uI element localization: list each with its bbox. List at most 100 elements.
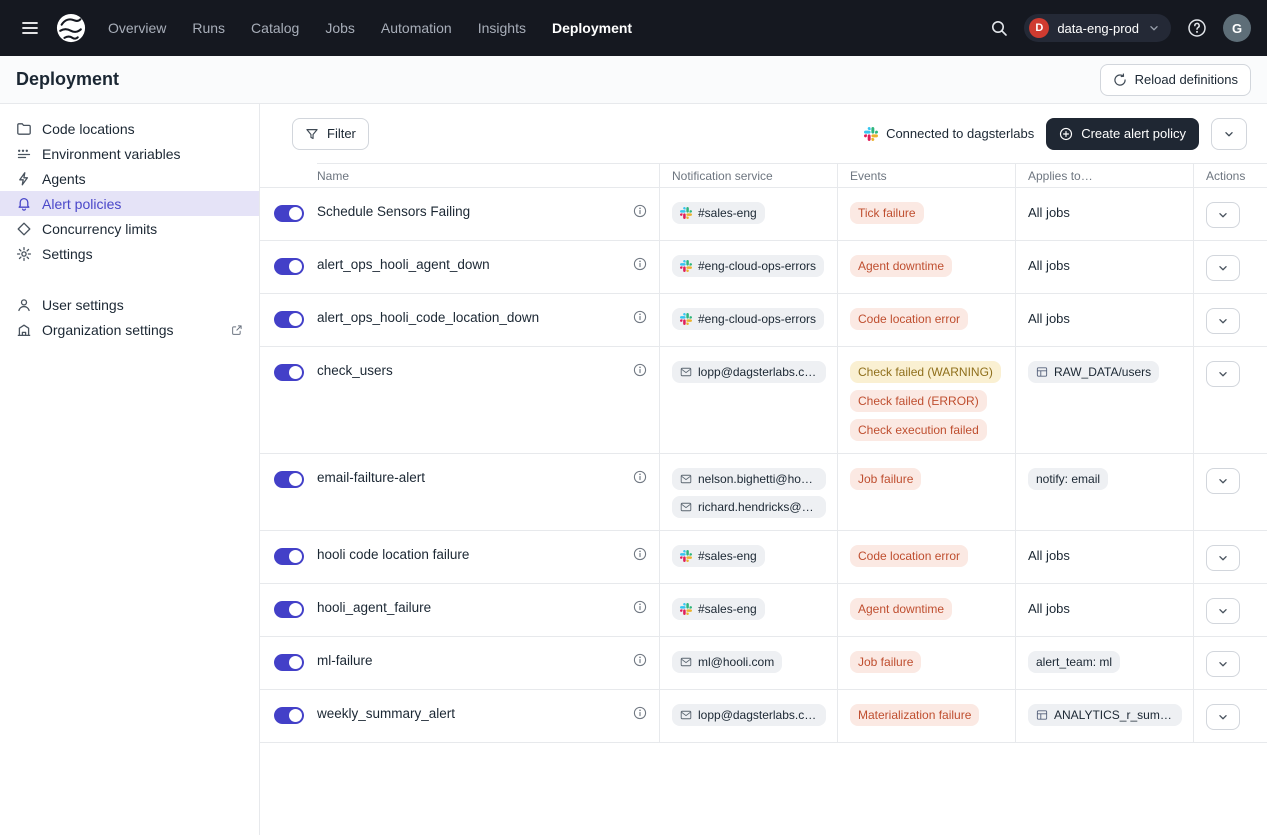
policy-enabled-toggle[interactable] [274,471,304,488]
toggle-knob [289,207,302,220]
info-icon[interactable] [633,310,647,324]
nav-item-overview[interactable]: Overview [108,20,166,36]
primary-nav: Overview Runs Catalog Jobs Automation Insight… [108,20,632,36]
info-icon[interactable] [633,470,647,484]
row-actions-button[interactable] [1206,545,1240,571]
info-icon[interactable] [633,257,647,271]
applies-to-text: All jobs [1028,205,1070,220]
top-navigation-bar: Overview Runs Catalog Jobs Automation Insight… [0,0,1267,56]
sidebar-item-user-settings[interactable]: User settings [0,292,259,317]
filter-icon [305,127,319,141]
info-icon[interactable] [633,547,647,561]
info-icon[interactable] [633,653,647,667]
sidebar-item-label: Settings [42,246,93,262]
filter-button[interactable]: Filter [292,118,369,150]
toggle-cell [260,584,317,637]
events-cell: Materialization failure [837,690,1015,743]
sidebar-item-label: User settings [42,297,124,313]
policy-enabled-toggle[interactable] [274,311,304,328]
email-icon [680,501,692,513]
toggle-cell [260,294,317,347]
table-row: check_users lopp@dagsterlabs.com Check f… [260,347,1267,454]
info-icon[interactable] [633,600,647,614]
row-actions-button[interactable] [1206,704,1240,730]
nav-item-catalog[interactable]: Catalog [251,20,299,36]
user-avatar[interactable]: G [1223,14,1251,42]
connected-label: Connected to dagsterlabs [886,126,1034,141]
toggle-knob [289,473,302,486]
policy-enabled-toggle[interactable] [274,601,304,618]
row-actions-button[interactable] [1206,308,1240,334]
row-actions-button[interactable] [1206,468,1240,494]
connected-status: Connected to dagsterlabs [864,126,1034,141]
toggle-cell [260,188,317,241]
nav-item-insights[interactable]: Insights [478,20,526,36]
sidebar-item-organization-settings[interactable]: Organization settings [0,317,259,342]
nav-item-deployment[interactable]: Deployment [552,20,632,36]
policy-enabled-toggle[interactable] [274,707,304,724]
notification-service-cell: #eng-cloud-ops-errors [659,241,837,294]
notification-service-cell: nelson.bighetti@hooli.co…richard.hendric… [659,454,837,531]
sidebar-item-alert-policies[interactable]: Alert policies [0,191,259,216]
menu-icon[interactable] [16,14,44,42]
applies-to-label: ANALYTICS_r_summary [1054,708,1174,722]
applies-to-cell: All jobs [1015,294,1193,347]
row-actions-button[interactable] [1206,361,1240,387]
nav-item-runs[interactable]: Runs [192,20,225,36]
sidebar-item-label: Concurrency limits [42,221,157,237]
notification-service-cell: lopp@dagsterlabs.com [659,690,837,743]
sidebar-item-agents[interactable]: Agents [0,166,259,191]
sidebar-item-concurrency-limits[interactable]: Concurrency limits [0,216,259,241]
nav-item-jobs[interactable]: Jobs [325,20,355,36]
toolbar-right: Connected to dagsterlabs Create alert po… [864,118,1247,150]
notification-label: #sales-eng [698,206,757,220]
policy-enabled-toggle[interactable] [274,364,304,381]
email-icon [680,656,692,668]
actions-cell [1193,241,1267,294]
policy-enabled-toggle[interactable] [274,258,304,275]
policy-name: check_users [317,363,393,378]
policy-enabled-toggle[interactable] [274,205,304,222]
sidebar-item-settings[interactable]: Settings [0,241,259,266]
sidebar-secondary-group: User settings Organization settings [0,292,259,342]
policy-name: alert_ops_hooli_code_location_down [317,310,539,325]
more-options-button[interactable] [1211,118,1247,150]
column-header-applies-to: Applies to… [1015,163,1193,188]
row-actions-button[interactable] [1206,202,1240,228]
info-icon[interactable] [633,706,647,720]
notification-service-cell: lopp@dagsterlabs.com [659,347,837,454]
create-alert-policy-button[interactable]: Create alert policy [1046,118,1199,150]
deployment-name: data-eng-prod [1057,21,1139,36]
slack-icon [864,127,878,141]
name-cell: hooli_agent_failure [317,584,659,637]
row-actions-button[interactable] [1206,651,1240,677]
dagster-logo[interactable] [56,13,86,43]
sidebar-item-label: Agents [42,171,86,187]
row-actions-button[interactable] [1206,598,1240,624]
external-link-icon [231,324,243,336]
actions-cell [1193,454,1267,531]
sidebar-item-environment-variables[interactable]: Environment variables [0,141,259,166]
event-badge: Code location error [850,545,968,567]
info-icon[interactable] [633,204,647,218]
nav-item-automation[interactable]: Automation [381,20,452,36]
row-actions-button[interactable] [1206,255,1240,281]
help-icon[interactable] [1183,14,1211,42]
search-icon[interactable] [986,15,1012,41]
applies-to-text: All jobs [1028,258,1070,273]
toggle-cell [260,241,317,294]
sidebar-item-label: Code locations [42,121,135,137]
email-icon [680,473,692,485]
notification-tag: nelson.bighetti@hooli.co… [672,468,826,490]
deployment-switcher[interactable]: D data-eng-prod [1024,14,1171,42]
info-icon[interactable] [633,363,647,377]
policy-enabled-toggle[interactable] [274,654,304,671]
notification-label: lopp@dagsterlabs.com [698,365,818,379]
notification-tag: #eng-cloud-ops-errors [672,255,824,277]
policy-enabled-toggle[interactable] [274,548,304,565]
sidebar-item-code-locations[interactable]: Code locations [0,116,259,141]
actions-cell [1193,584,1267,637]
bell-icon [16,196,32,212]
reload-definitions-button[interactable]: Reload definitions [1100,64,1251,96]
applies-to-cell: All jobs [1015,531,1193,584]
